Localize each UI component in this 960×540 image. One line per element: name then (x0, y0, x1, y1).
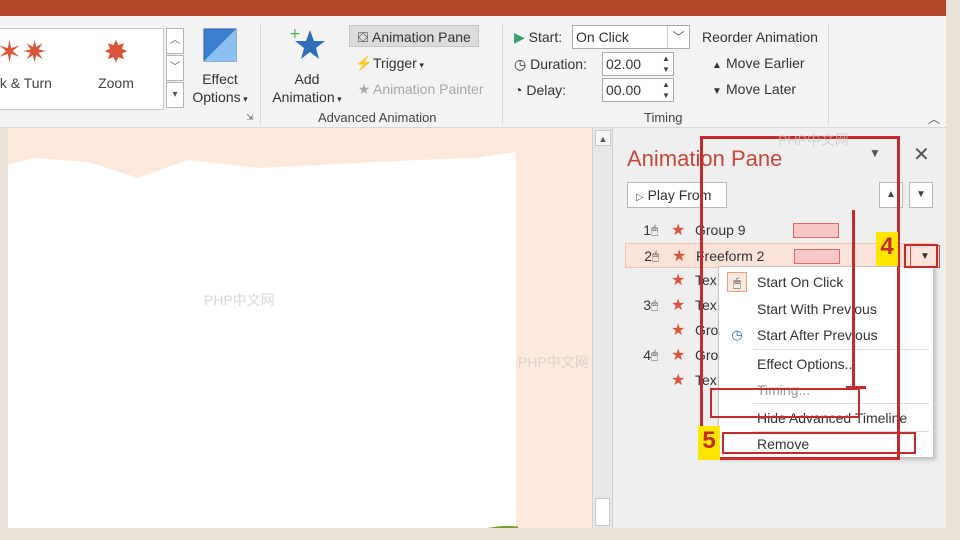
title-bar (0, 0, 946, 16)
annotation-box (710, 388, 860, 418)
delay-clock-icon: ◔ (514, 82, 523, 98)
effect-options-button[interactable]: Effect Options ▾ (192, 28, 248, 108)
duration-row: ◷ Duration: 02.00 ▲ ▼ (514, 52, 678, 76)
annotation-arrow (846, 386, 866, 389)
move-earlier-button[interactable]: ▲ Move Earlier (704, 52, 824, 74)
play-icon: ▶ (514, 29, 525, 45)
animation-pane-button[interactable]: ⛋ Animation Pane (349, 25, 479, 47)
animation-pane-label: Animation Pane (372, 29, 471, 45)
reorder-title: Reorder Animation (702, 29, 818, 45)
delay-value: 00.00 (606, 82, 642, 98)
move-down-button[interactable]: ▼ (909, 182, 933, 208)
add-animation-label-1: Add (294, 71, 320, 87)
watermark: PHP中文网 (778, 132, 849, 148)
spinner-icon[interactable]: ▲ ▼ (659, 53, 673, 75)
triangle-down-icon: ▼ (712, 86, 722, 97)
duration-value: 02.00 (606, 56, 642, 72)
star-icon: ★ (671, 272, 686, 289)
gallery-scroll: ︿ ﹀ ▾ (166, 28, 184, 110)
move-later-label: Move Later (726, 81, 797, 97)
star-icon: ★ (671, 372, 686, 389)
ribbon-separator (828, 24, 829, 124)
spin-star-icon: ✶✷ (0, 36, 48, 69)
annotation-dropdown-box (904, 244, 938, 268)
slide-scrollbar[interactable]: ▲ (592, 128, 612, 528)
triangle-up-icon: ▲ (712, 60, 722, 71)
gallery-up-button[interactable]: ︿ (166, 28, 184, 54)
start-label: ▶ Start: (514, 29, 563, 45)
gallery-down-button[interactable]: ﹀ (166, 55, 184, 81)
spinner-icon[interactable]: ▲ ▼ (659, 79, 673, 101)
gallery-more-button[interactable]: ▾ (166, 82, 184, 108)
move-later-button[interactable]: ▼ Move Later (704, 78, 824, 100)
lightning-icon: ⚡ (355, 55, 373, 71)
animation-gallery: ✶✷ nk & Turn ✸ Zoom (0, 28, 164, 110)
move-earlier-label: Move Earlier (726, 55, 805, 71)
gallery-item-label: Zoom (98, 75, 134, 91)
watermark: PHP中文网 (518, 354, 589, 370)
mouse-icon: 🖱 (651, 298, 659, 312)
timing-group-label: Timing (644, 110, 683, 125)
watermark: PHP中文网 (204, 292, 275, 308)
trigger-label: Trigger (373, 55, 417, 71)
add-animation-label-2: Animation (272, 89, 335, 105)
effect-options-icon (192, 28, 248, 66)
slide-shape[interactable] (8, 142, 518, 528)
star-icon: ★ (671, 347, 686, 364)
ribbon-separator (260, 24, 261, 124)
effect-options-label-2: Options (192, 89, 241, 105)
slide-canvas: PHP中文网 PHP中文网 (8, 128, 592, 528)
add-star-icon: + (268, 26, 346, 66)
dialog-launcher-icon[interactable]: ⇲ (246, 112, 254, 123)
step-badge-5: 5 (698, 426, 720, 460)
clock-icon: ◷ (514, 56, 527, 72)
scroll-thumb[interactable] (595, 498, 610, 526)
gallery-item-label: nk & Turn (0, 75, 52, 91)
animation-painter-button[interactable]: ★ Animation Painter (351, 78, 491, 100)
star-icon: ★ (672, 248, 687, 265)
duration-input[interactable]: 02.00 ▲ ▼ (602, 52, 674, 76)
advanced-animation-group-label: Advanced Animation (318, 110, 437, 125)
star-icon: ★ (671, 322, 686, 339)
effect-options-label-1: Effect (202, 71, 238, 87)
ribbon: ✶✷ nk & Turn ✸ Zoom ︿ ﹀ ▾ Effect Options… (0, 16, 946, 128)
ribbon-separator (502, 24, 503, 124)
star-icon: ★ (671, 297, 686, 314)
close-icon[interactable]: ✕ (913, 142, 930, 167)
step-badge-4: 4 (876, 232, 898, 266)
collapse-ribbon-icon[interactable]: ︿ (928, 110, 940, 127)
start-value: On Click (576, 29, 629, 45)
star-icon: ★ (671, 222, 686, 239)
zoom-star-icon: ✸ (103, 36, 129, 69)
delay-input[interactable]: 00.00 ▲ ▼ (602, 78, 674, 102)
gallery-item-zoom[interactable]: ✸ Zoom (76, 31, 156, 107)
mouse-icon: 🖱 (651, 223, 659, 237)
app-window: ✶✷ nk & Turn ✸ Zoom ︿ ﹀ ▾ Effect Options… (0, 0, 960, 540)
play-icon: ▷ (636, 192, 644, 203)
scroll-up-icon[interactable]: ▲ (595, 130, 611, 146)
start-dropdown[interactable]: On Click ﹀ (572, 25, 690, 49)
mouse-icon: 🖱 (652, 249, 660, 263)
svg-text:+: + (289, 26, 301, 42)
chevron-down-icon: ﹀ (667, 26, 689, 48)
annotation-remove-box (722, 432, 916, 454)
add-animation-button[interactable]: + Add Animation ▾ (268, 26, 346, 108)
delay-label: ◔ Delay: (514, 82, 567, 98)
start-row: ▶ Start: On Click ﹀ (514, 25, 692, 49)
gallery-item-spin[interactable]: ✶✷ nk & Turn (0, 31, 62, 107)
animation-painter-label: Animation Painter (373, 81, 484, 97)
duration-label: ◷ Duration: (514, 56, 587, 72)
annotation-arrow (852, 210, 855, 386)
delay-row: ◔ Delay: 00.00 ▲ ▼ (514, 78, 678, 102)
animation-pane-icon: ⛋ (357, 29, 369, 45)
trigger-button[interactable]: ⚡Trigger ▾ (351, 52, 461, 74)
painter-icon: ★ (357, 81, 371, 97)
mouse-icon: 🖱 (651, 348, 659, 362)
